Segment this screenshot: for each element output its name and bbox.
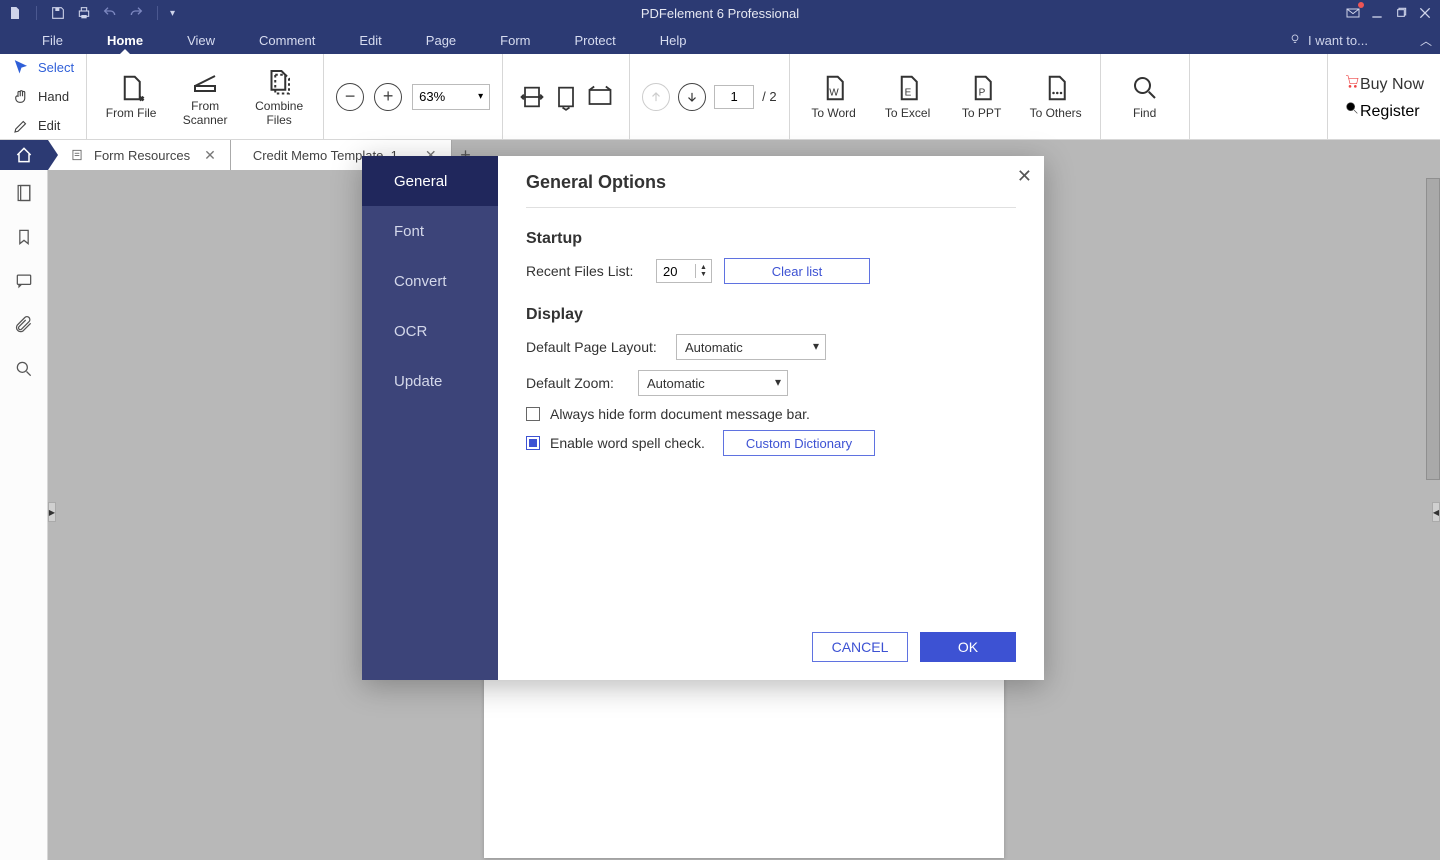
tab-close-icon[interactable]: ✕ <box>200 147 220 164</box>
buy-now-button[interactable]: Buy Now <box>1344 73 1424 94</box>
attachments-panel-icon[interactable] <box>13 314 35 336</box>
mail-icon[interactable] <box>1344 4 1362 22</box>
menu-protect[interactable]: Protect <box>553 26 638 54</box>
panel-handle-right[interactable]: ◀ <box>1432 502 1440 522</box>
menu-page[interactable]: Page <box>404 26 478 54</box>
comments-panel-icon[interactable] <box>13 270 35 292</box>
zoom-in-button[interactable]: + <box>374 83 402 111</box>
dialog-nav: General Font Convert OCR Update <box>362 156 498 680</box>
iwantto-text[interactable]: I want to... <box>1308 33 1368 48</box>
svg-text:E: E <box>904 87 911 98</box>
zoom-out-button[interactable]: − <box>336 83 364 111</box>
panel-handle-left[interactable]: ▶ <box>48 502 56 522</box>
page-layout-label: Default Page Layout: <box>526 339 664 355</box>
default-zoom-select[interactable]: Automatic <box>638 370 788 396</box>
hide-msgbar-checkbox[interactable]: Always hide form document message bar. <box>526 406 1016 422</box>
to-others-button[interactable]: To Others <box>1024 73 1088 120</box>
fit-width-button[interactable] <box>515 80 549 114</box>
spinner-down-icon[interactable]: ▼ <box>700 271 707 278</box>
spinner-up-icon[interactable]: ▲ <box>700 264 707 271</box>
section-startup: Startup <box>526 230 1016 248</box>
section-display: Display <box>526 306 1016 324</box>
to-word-button[interactable]: WTo Word <box>802 73 866 120</box>
svg-text:W: W <box>829 87 839 98</box>
redo-icon[interactable] <box>127 4 145 22</box>
to-ppt-button[interactable]: PTo PPT <box>950 73 1014 120</box>
cancel-button[interactable]: CANCEL <box>812 632 908 662</box>
combine-files-button[interactable]: Combine Files <box>247 66 311 126</box>
to-excel-button[interactable]: ETo Excel <box>876 73 940 120</box>
zoom-combo[interactable]: 63%▾ <box>412 84 490 110</box>
dialog-nav-convert[interactable]: Convert <box>362 256 498 306</box>
menu-home[interactable]: Home <box>85 26 165 54</box>
menu-file[interactable]: File <box>20 26 85 54</box>
divider <box>36 6 37 20</box>
checkbox-label: Enable word spell check. <box>550 435 705 451</box>
ribbon: Select Hand Edit From File From Scanner … <box>0 54 1440 140</box>
fit-page-button[interactable] <box>549 80 583 114</box>
window-title: PDFelement 6 Professional <box>641 6 799 21</box>
select-tool[interactable]: Select <box>12 55 74 81</box>
dialog-nav-update[interactable]: Update <box>362 356 498 406</box>
options-dialog: General Font Convert OCR Update ✕ Genera… <box>362 156 1044 680</box>
register-button[interactable]: Register <box>1344 100 1424 121</box>
title-bar: ▾ PDFelement 6 Professional <box>0 0 1440 26</box>
menu-form[interactable]: Form <box>478 26 552 54</box>
custom-dictionary-button[interactable]: Custom Dictionary <box>723 430 875 456</box>
recent-files-label: Recent Files List: <box>526 263 644 279</box>
svg-text:P: P <box>978 87 985 98</box>
find-button[interactable]: Find <box>1113 73 1177 120</box>
menu-bar: File Home View Comment Edit Page Form Pr… <box>0 26 1440 54</box>
edit-tool[interactable]: Edit <box>12 113 60 139</box>
app-logo-icon <box>6 4 24 22</box>
scrollbar-vertical[interactable] <box>1426 178 1440 480</box>
close-icon[interactable] <box>1416 4 1434 22</box>
page-number-input[interactable] <box>714 85 754 109</box>
dialog-title: General Options <box>526 172 1016 193</box>
tab-label: Form Resources <box>94 148 190 163</box>
checkbox-label: Always hide form document message bar. <box>550 406 810 422</box>
side-nav <box>0 170 48 860</box>
divider <box>526 207 1016 208</box>
lightbulb-icon <box>1288 32 1302 49</box>
prev-page-button[interactable] <box>642 83 670 111</box>
menu-comment[interactable]: Comment <box>237 26 337 54</box>
tab-home[interactable] <box>0 140 48 170</box>
divider <box>157 6 158 20</box>
dialog-nav-font[interactable]: Font <box>362 206 498 256</box>
minimize-icon[interactable] <box>1368 4 1386 22</box>
menu-edit[interactable]: Edit <box>337 26 403 54</box>
recent-files-input[interactable] <box>657 264 695 279</box>
default-zoom-label: Default Zoom: <box>526 375 626 391</box>
thumbnails-panel-icon[interactable] <box>13 182 35 204</box>
hand-tool[interactable]: Hand <box>12 84 69 110</box>
dialog-nav-ocr[interactable]: OCR <box>362 306 498 356</box>
from-file-button[interactable]: From File <box>99 66 163 126</box>
page-layout-select[interactable]: Automatic <box>676 334 826 360</box>
save-icon[interactable] <box>49 4 67 22</box>
dialog-nav-general[interactable]: General <box>362 156 498 206</box>
actual-size-button[interactable] <box>583 80 617 114</box>
print-icon[interactable] <box>75 4 93 22</box>
next-page-button[interactable] <box>678 83 706 111</box>
form-icon <box>70 148 84 162</box>
ok-button[interactable]: OK <box>920 632 1016 662</box>
menu-view[interactable]: View <box>165 26 237 54</box>
search-panel-icon[interactable] <box>13 358 35 380</box>
dialog-close-icon[interactable]: ✕ <box>1017 166 1032 187</box>
page-total: / 2 <box>762 89 776 104</box>
bookmarks-panel-icon[interactable] <box>13 226 35 248</box>
clear-list-button[interactable]: Clear list <box>724 258 870 284</box>
doc-tab[interactable]: Form Resources ✕ <box>48 140 231 170</box>
restore-icon[interactable] <box>1392 4 1410 22</box>
qat-customize-icon[interactable]: ▾ <box>170 8 175 19</box>
from-scanner-button[interactable]: From Scanner <box>173 66 237 126</box>
undo-icon[interactable] <box>101 4 119 22</box>
spellcheck-checkbox[interactable]: Enable word spell check. Custom Dictiona… <box>526 430 1016 456</box>
recent-files-spinner[interactable]: ▲▼ <box>656 259 712 283</box>
menu-help[interactable]: Help <box>638 26 709 54</box>
collapse-ribbon-icon[interactable]: ︿ <box>1420 32 1432 49</box>
